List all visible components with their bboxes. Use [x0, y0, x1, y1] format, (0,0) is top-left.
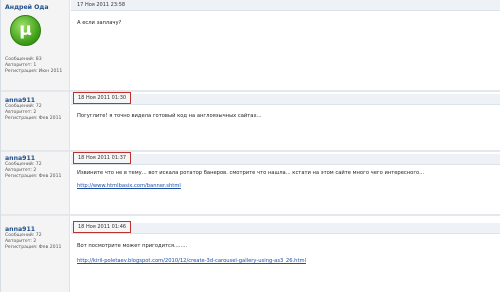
author-name[interactable]: Андрей Ода [5, 4, 49, 11]
author-stats: Сообщений: 83 Авторитет: 1 Регистрация: … [5, 57, 62, 75]
post: Андрей Ода µ Сообщений: 83 Авторитет: 1 … [1, 0, 500, 90]
registration-date: Регистрация: Июн 2011 [5, 69, 63, 74]
post-message: А если заплачу? [77, 20, 122, 26]
post-message: Извините что не в тему... вот искала рот… [77, 170, 425, 176]
post-link[interactable]: http://kiril-poletaev.blogspot.com/2010/… [77, 258, 306, 264]
author-name[interactable]: anna911 [5, 97, 35, 104]
forum-thread: Андрей Ода µ Сообщений: 83 Авторитет: 1 … [0, 0, 500, 292]
author-panel: anna911 Сообщений: 72 Авторитет: 2 Регис… [1, 92, 70, 150]
author-name[interactable]: anna911 [5, 226, 35, 233]
author-name[interactable]: anna911 [5, 155, 35, 162]
author-panel: Андрей Ода µ Сообщений: 83 Авторитет: 1 … [1, 0, 70, 90]
author-stats: Сообщений: 72 Авторитет: 2 Регистрация: … [5, 233, 61, 251]
post: anna911 Сообщений: 72 Авторитет: 2 Регис… [1, 216, 500, 292]
post-meta-bar: 17 Ноя 2011 23:58 [71, 0, 500, 11]
post-meta-bar: 18 Ноя 2011 01:37 [71, 152, 500, 165]
post-message: Погуглите! я точно видела готовый код на… [77, 113, 262, 119]
post-date: 18 Ноя 2011 01:30 [73, 92, 132, 104]
registration-date: Регистрация: Фев 2011 [5, 245, 62, 250]
post-meta-bar: 18 Ноя 2011 01:46 [71, 221, 500, 234]
post-date: 18 Ноя 2011 01:37 [73, 152, 132, 164]
post: anna911 Сообщений: 72 Авторитет: 2 Регис… [1, 92, 500, 150]
post: anna911 Сообщений: 72 Авторитет: 2 Регис… [1, 152, 500, 214]
author-panel: anna911 Сообщений: 72 Авторитет: 2 Регис… [1, 216, 70, 292]
utorrent-logo-icon: µ [19, 20, 32, 40]
registration-date: Регистрация: Фев 2011 [5, 174, 62, 179]
post-message: Вот посмотрите может пригодится........ [77, 243, 188, 249]
author-stats: Сообщений: 72 Авторитет: 2 Регистрация: … [5, 162, 61, 180]
avatar[interactable]: µ [10, 15, 41, 46]
post-date: 18 Ноя 2011 01:46 [73, 221, 132, 233]
registration-date: Регистрация: Фев 2011 [5, 116, 62, 121]
author-panel: anna911 Сообщений: 72 Авторитет: 2 Регис… [1, 152, 70, 214]
post-link[interactable]: http://www.htmlbasix.com/banner.shtml [77, 183, 181, 189]
author-stats: Сообщений: 72 Авторитет: 2 Регистрация: … [5, 104, 61, 122]
post-meta-bar: 18 Ноя 2011 01:30 [71, 92, 500, 105]
post-date: 17 Ноя 2011 23:58 [77, 2, 126, 8]
